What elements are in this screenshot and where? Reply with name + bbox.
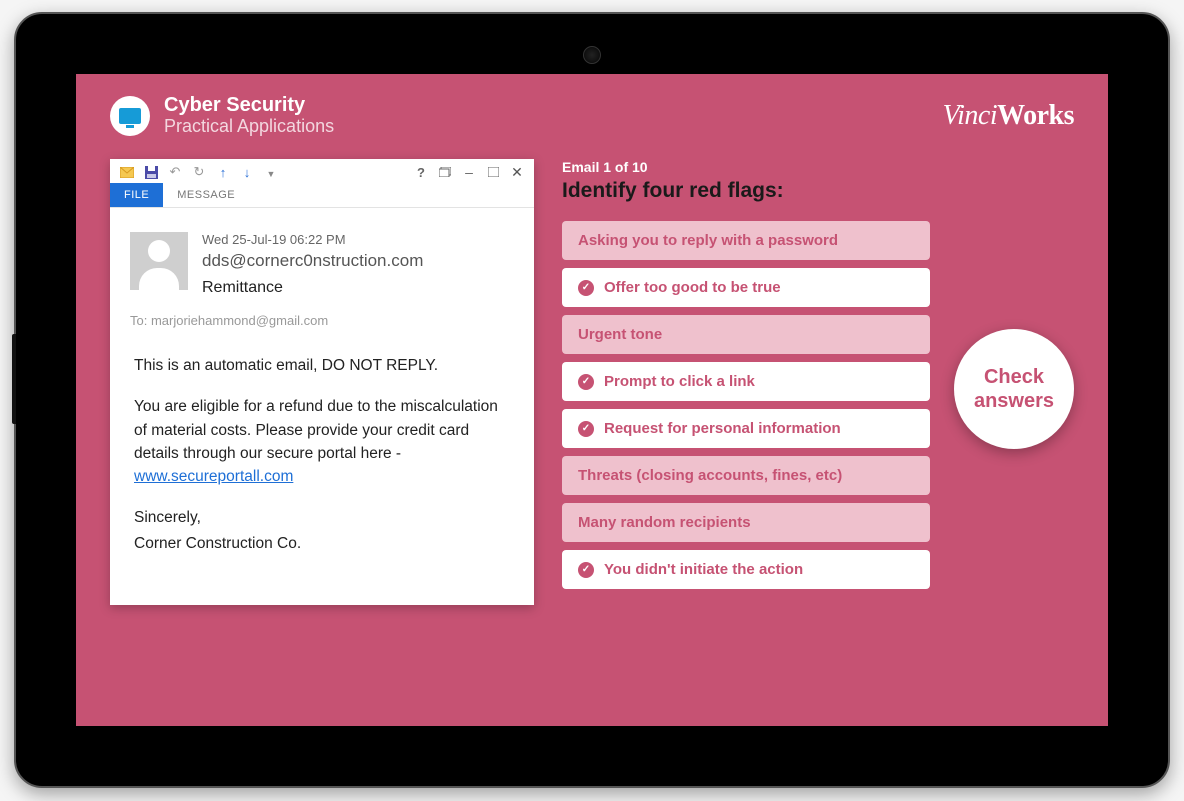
save-icon[interactable] bbox=[144, 165, 158, 179]
tablet-camera bbox=[583, 46, 601, 64]
mail-icon[interactable] bbox=[120, 165, 134, 179]
option-label: Many random recipients bbox=[578, 514, 751, 531]
minimize-icon[interactable]: – bbox=[462, 165, 476, 179]
tab-message[interactable]: MESSAGE bbox=[163, 183, 249, 207]
brand-part1: Vinci bbox=[943, 100, 998, 131]
option-4[interactable]: ✓ Request for personal information bbox=[562, 409, 930, 448]
option-2[interactable]: ✓Urgent tone bbox=[562, 315, 930, 354]
brand-logo: VinciWorks bbox=[943, 100, 1074, 132]
check-answers-button[interactable]: Check answers bbox=[954, 329, 1074, 449]
quiz-panel: Email 1 of 10 Identify four red flags: ✓… bbox=[562, 159, 1074, 605]
email-from: dds@cornerc0nstruction.com bbox=[202, 251, 514, 271]
option-label: Urgent tone bbox=[578, 326, 662, 343]
arrow-up-icon[interactable]: ↑ bbox=[216, 165, 230, 179]
maximize-icon[interactable] bbox=[486, 165, 500, 179]
close-icon[interactable]: ✕ bbox=[510, 165, 524, 179]
option-label: Threats (closing accounts, fines, etc) bbox=[578, 467, 842, 484]
redo-icon[interactable]: ↻ bbox=[192, 165, 206, 179]
option-label: Prompt to click a link bbox=[604, 373, 755, 390]
option-3[interactable]: ✓ Prompt to click a link bbox=[562, 362, 930, 401]
module-subtitle: Practical Applications bbox=[164, 116, 334, 137]
check-icon: ✓ bbox=[578, 374, 594, 390]
option-label: You didn't initiate the action bbox=[604, 561, 803, 578]
app-screen: Cyber Security Practical Applications Vi… bbox=[76, 74, 1108, 726]
module-badge bbox=[110, 96, 150, 136]
help-icon[interactable]: ? bbox=[414, 165, 428, 179]
email-meta: Wed 25-Jul-19 06:22 PM dds@cornerc0nstru… bbox=[202, 232, 514, 297]
content-row: ↶ ↻ ↑ ↓ ▼ ? – ✕ FILE bbox=[76, 159, 1108, 605]
undo-icon[interactable]: ↶ bbox=[168, 165, 182, 179]
quiz-title: Identify four red flags: bbox=[562, 179, 930, 203]
email-toolbar: ↶ ↻ ↑ ↓ ▼ ? – ✕ bbox=[110, 159, 534, 183]
option-label: Asking you to reply with a password bbox=[578, 232, 838, 249]
quiz-main: Email 1 of 10 Identify four red flags: ✓… bbox=[562, 159, 930, 589]
quiz-counter: Email 1 of 10 bbox=[562, 159, 930, 175]
email-p2: You are eligible for a refund due to the… bbox=[134, 395, 510, 488]
email-signature: Corner Construction Co. bbox=[134, 532, 510, 555]
check-icon: ✓ bbox=[578, 562, 594, 578]
email-body: This is an automatic email, DO NOT REPLY… bbox=[110, 338, 534, 605]
email-to: To: marjoriehammond@gmail.com bbox=[110, 305, 534, 338]
option-0[interactable]: ✓Asking you to reply with a password bbox=[562, 221, 930, 260]
phishing-link[interactable]: www.secureportall.com bbox=[134, 468, 293, 485]
app-header: Cyber Security Practical Applications Vi… bbox=[76, 74, 1108, 151]
email-p1: This is an automatic email, DO NOT REPLY… bbox=[134, 354, 510, 377]
email-subject: Remittance bbox=[202, 279, 514, 297]
window-restore-icon[interactable] bbox=[438, 165, 452, 179]
check-icon: ✓ bbox=[578, 280, 594, 296]
avatar-icon bbox=[130, 232, 188, 290]
tablet-side-button bbox=[12, 334, 16, 424]
module-title: Cyber Security bbox=[164, 94, 334, 116]
brand-part2: Works bbox=[997, 100, 1074, 131]
monitor-icon bbox=[119, 108, 141, 124]
check-icon: ✓ bbox=[578, 421, 594, 437]
email-signoff: Sincerely, bbox=[134, 506, 510, 529]
option-5[interactable]: ✓Threats (closing accounts, fines, etc) bbox=[562, 456, 930, 495]
module-title-block: Cyber Security Practical Applications bbox=[164, 94, 334, 137]
email-date: Wed 25-Jul-19 06:22 PM bbox=[202, 232, 514, 247]
tablet-frame: Cyber Security Practical Applications Vi… bbox=[14, 12, 1170, 788]
email-panel: ↶ ↻ ↑ ↓ ▼ ? – ✕ FILE bbox=[110, 159, 534, 605]
option-label: Offer too good to be true bbox=[604, 279, 781, 296]
email-tabs: FILE MESSAGE bbox=[110, 183, 534, 208]
more-icon[interactable]: ▼ bbox=[264, 165, 278, 179]
email-p2-text: You are eligible for a refund due to the… bbox=[134, 398, 498, 462]
email-header: Wed 25-Jul-19 06:22 PM dds@cornerc0nstru… bbox=[110, 208, 534, 305]
tab-file[interactable]: FILE bbox=[110, 183, 163, 207]
arrow-down-icon[interactable]: ↓ bbox=[240, 165, 254, 179]
option-6[interactable]: ✓Many random recipients bbox=[562, 503, 930, 542]
option-1[interactable]: ✓ Offer too good to be true bbox=[562, 268, 930, 307]
option-7[interactable]: ✓ You didn't initiate the action bbox=[562, 550, 930, 589]
option-label: Request for personal information bbox=[604, 420, 841, 437]
quiz-options: ✓Asking you to reply with a password✓Off… bbox=[562, 221, 930, 589]
